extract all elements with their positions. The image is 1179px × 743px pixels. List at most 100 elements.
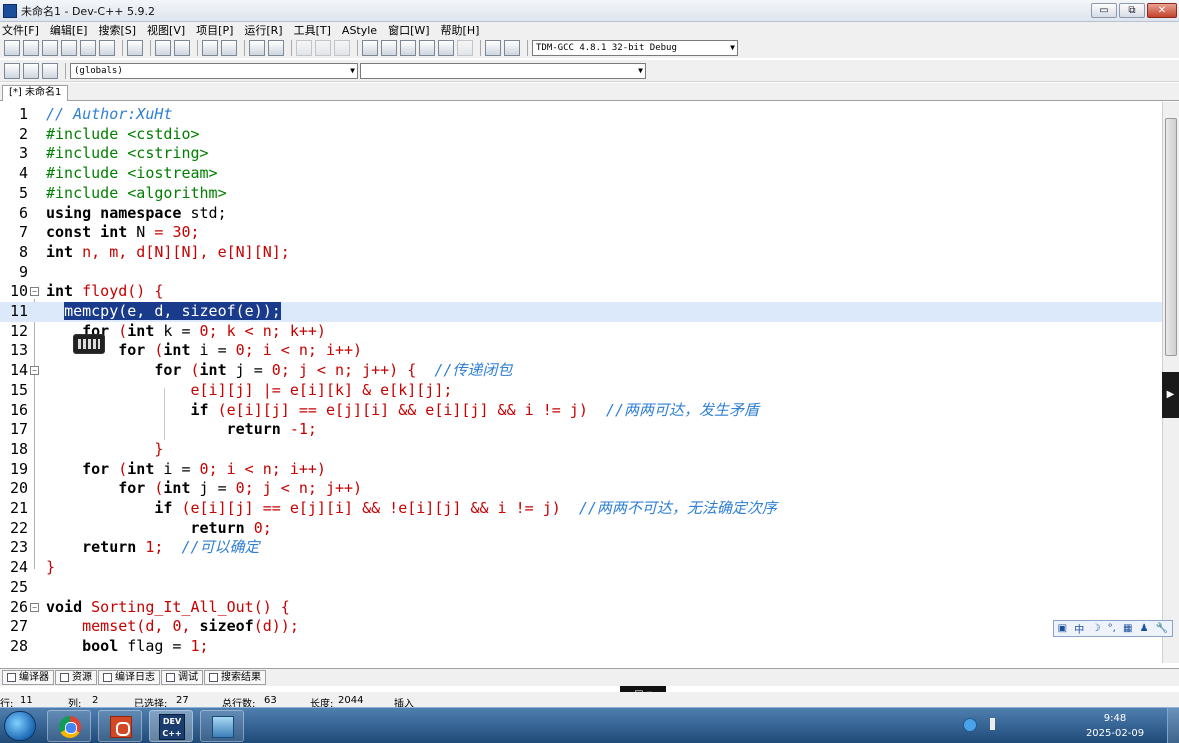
toolbar-separator <box>197 40 198 56</box>
new-file-icon[interactable] <box>4 40 20 56</box>
profile-chart-icon[interactable] <box>485 40 501 56</box>
indent-icon[interactable] <box>249 40 265 56</box>
code-line: 2 #include <cstdio> <box>18 124 200 143</box>
ime-moon-icon[interactable]: ☽ <box>1091 623 1100 634</box>
bookmark-icon[interactable] <box>334 40 350 56</box>
toolbar-separator <box>244 40 245 56</box>
title-bar: 未命名1 - Dev-C++ 5.9.2 ▭ ⧉ ✕ <box>0 0 1179 22</box>
menu-edit[interactable]: 编辑[E] <box>50 22 88 38</box>
code-line: 1// Author:XuHt <box>18 105 173 123</box>
rebuild-icon[interactable] <box>419 40 435 56</box>
code-line: 16 if (e[i][j] == e[j][i] && e[i][j] && … <box>9 400 759 419</box>
show-desktop-button[interactable] <box>1167 708 1179 743</box>
scope-select[interactable]: (globals) ▼ <box>70 62 358 79</box>
undo-icon[interactable] <box>155 40 171 56</box>
fold-collapse-icon[interactable]: − <box>30 366 39 376</box>
taskbar-powerpoint[interactable] <box>98 710 142 742</box>
restore-button[interactable]: ⧉ <box>1119 3 1145 18</box>
goto-icon[interactable] <box>23 62 39 79</box>
tab-compiler[interactable]: 编译器 <box>2 670 54 685</box>
clock-date: 2025-02-09 <box>1085 728 1145 739</box>
close-all-icon[interactable] <box>99 40 115 56</box>
debug-icon[interactable] <box>504 40 520 56</box>
chevron-down-icon: ▼ <box>350 65 355 75</box>
redo-icon[interactable] <box>174 40 190 56</box>
status-length: 2044 <box>338 695 364 706</box>
keyboard-icon <box>73 334 105 354</box>
ime-keyboard-icon[interactable]: ▦ <box>1123 623 1132 634</box>
compiler-icon <box>7 673 16 682</box>
nav-back-icon[interactable] <box>296 40 312 56</box>
save-all-icon[interactable] <box>61 40 77 56</box>
taskbar-clock[interactable]: 9:48 2025-02-09 <box>1085 711 1145 741</box>
ime-settings-icon[interactable]: 🔧 <box>1156 623 1168 634</box>
tab-debug[interactable]: 调试 <box>161 670 203 685</box>
taskbar-devcpp[interactable]: DEV C++ <box>149 710 193 742</box>
menu-tools[interactable]: 工具[T] <box>294 22 331 38</box>
insert-code-icon[interactable] <box>4 62 20 79</box>
menu-bar: 文件[F] 编辑[E] 搜索[S] 视图[V] 项目[P] 运行[R] 工具[T… <box>0 22 1179 38</box>
ime-punctuation-icon[interactable]: °, <box>1108 623 1116 634</box>
tab-search-results[interactable]: 搜索结果 <box>204 670 266 685</box>
code-line: 18 } <box>9 439 164 458</box>
print-icon[interactable] <box>127 40 143 56</box>
menu-astyle[interactable]: AStyle <box>342 24 377 37</box>
stop-execution-icon[interactable] <box>457 40 473 56</box>
replace-icon[interactable] <box>221 40 237 56</box>
check-syntax-icon[interactable] <box>438 40 454 56</box>
code-line-current: 11 memcpy(e, d, sizeof(e)); <box>0 302 1162 322</box>
compiler-select[interactable]: TDM-GCC 4.8.1 32-bit Debug ▼ <box>532 40 738 56</box>
chrome-icon <box>59 716 81 738</box>
function-select[interactable]: ▼ <box>360 62 646 79</box>
close-file-icon[interactable] <box>80 40 96 56</box>
volume-icon[interactable] <box>990 718 1000 730</box>
ime-language-toggle[interactable]: 中 <box>1074 621 1084 636</box>
code-line: 4 #include <iostream> <box>18 164 218 183</box>
ime-toolbar: ▣ 中 ☽ °, ▦ ♟ 🔧 <box>1053 620 1173 637</box>
menu-search[interactable]: 搜索[S] <box>98 22 136 38</box>
code-editor[interactable]: 1// Author:XuHt 2 #include <cstdio> 3 #inc… <box>0 102 1162 663</box>
system-tray: 9:48 2025-02-09 <box>939 708 1179 743</box>
close-button[interactable]: ✕ <box>1147 3 1177 18</box>
menu-run[interactable]: 运行[R] <box>244 22 282 38</box>
start-button-icon[interactable] <box>4 711 36 741</box>
ime-user-icon[interactable]: ♟ <box>1140 623 1149 634</box>
bottom-panel-tabs: 编译器 资源 编译日志 调试 搜索结果 <box>0 668 1179 686</box>
minimize-button[interactable]: ▭ <box>1091 3 1117 18</box>
menu-view[interactable]: 视图[V] <box>147 22 185 38</box>
code-line: 7 const int N = 30; <box>18 223 200 242</box>
scrollbar-thumb[interactable] <box>1165 118 1177 356</box>
compile-icon[interactable] <box>362 40 378 56</box>
ime-menu-icon[interactable]: ▣ <box>1058 623 1067 634</box>
code-line: 6 using namespace std; <box>18 203 227 222</box>
side-panel-toggle-icon[interactable]: ▶ <box>1162 372 1179 418</box>
debug-check-icon <box>166 673 175 682</box>
search-results-icon <box>209 673 218 682</box>
code-line: 15 e[i][j] |= e[i][k] & e[k][j]; <box>9 380 453 399</box>
fold-collapse-icon[interactable]: − <box>30 287 39 297</box>
find-icon[interactable] <box>202 40 218 56</box>
nav-forward-icon[interactable] <box>315 40 331 56</box>
tab-untitled1[interactable]: [*] 未命名1 <box>2 85 69 101</box>
menu-project[interactable]: 项目[P] <box>196 22 233 38</box>
toggle-bookmark-icon[interactable] <box>42 62 58 79</box>
toolbar-separator <box>150 40 151 56</box>
taskbar-chrome[interactable] <box>47 710 91 742</box>
run-icon[interactable] <box>381 40 397 56</box>
compile-run-icon[interactable] <box>400 40 416 56</box>
open-file-icon[interactable] <box>23 40 39 56</box>
unindent-icon[interactable] <box>268 40 284 56</box>
tab-resources[interactable]: 资源 <box>55 670 97 685</box>
tab-compile-log[interactable]: 编译日志 <box>98 670 160 685</box>
editor-tabs: [*] 未命名1 <box>0 83 1179 101</box>
menu-help[interactable]: 帮助[H] <box>441 22 480 38</box>
menu-file[interactable]: 文件[F] <box>2 22 39 38</box>
network-tray-icon[interactable] <box>963 718 977 732</box>
save-icon[interactable] <box>42 40 58 56</box>
toolbar-separator <box>357 40 358 56</box>
code-line: 9 <box>18 262 28 281</box>
taskbar-image-viewer[interactable] <box>200 710 244 742</box>
compile-log-icon <box>103 673 112 682</box>
menu-window[interactable]: 窗口[W] <box>388 22 429 38</box>
fold-collapse-icon[interactable]: − <box>30 602 39 612</box>
